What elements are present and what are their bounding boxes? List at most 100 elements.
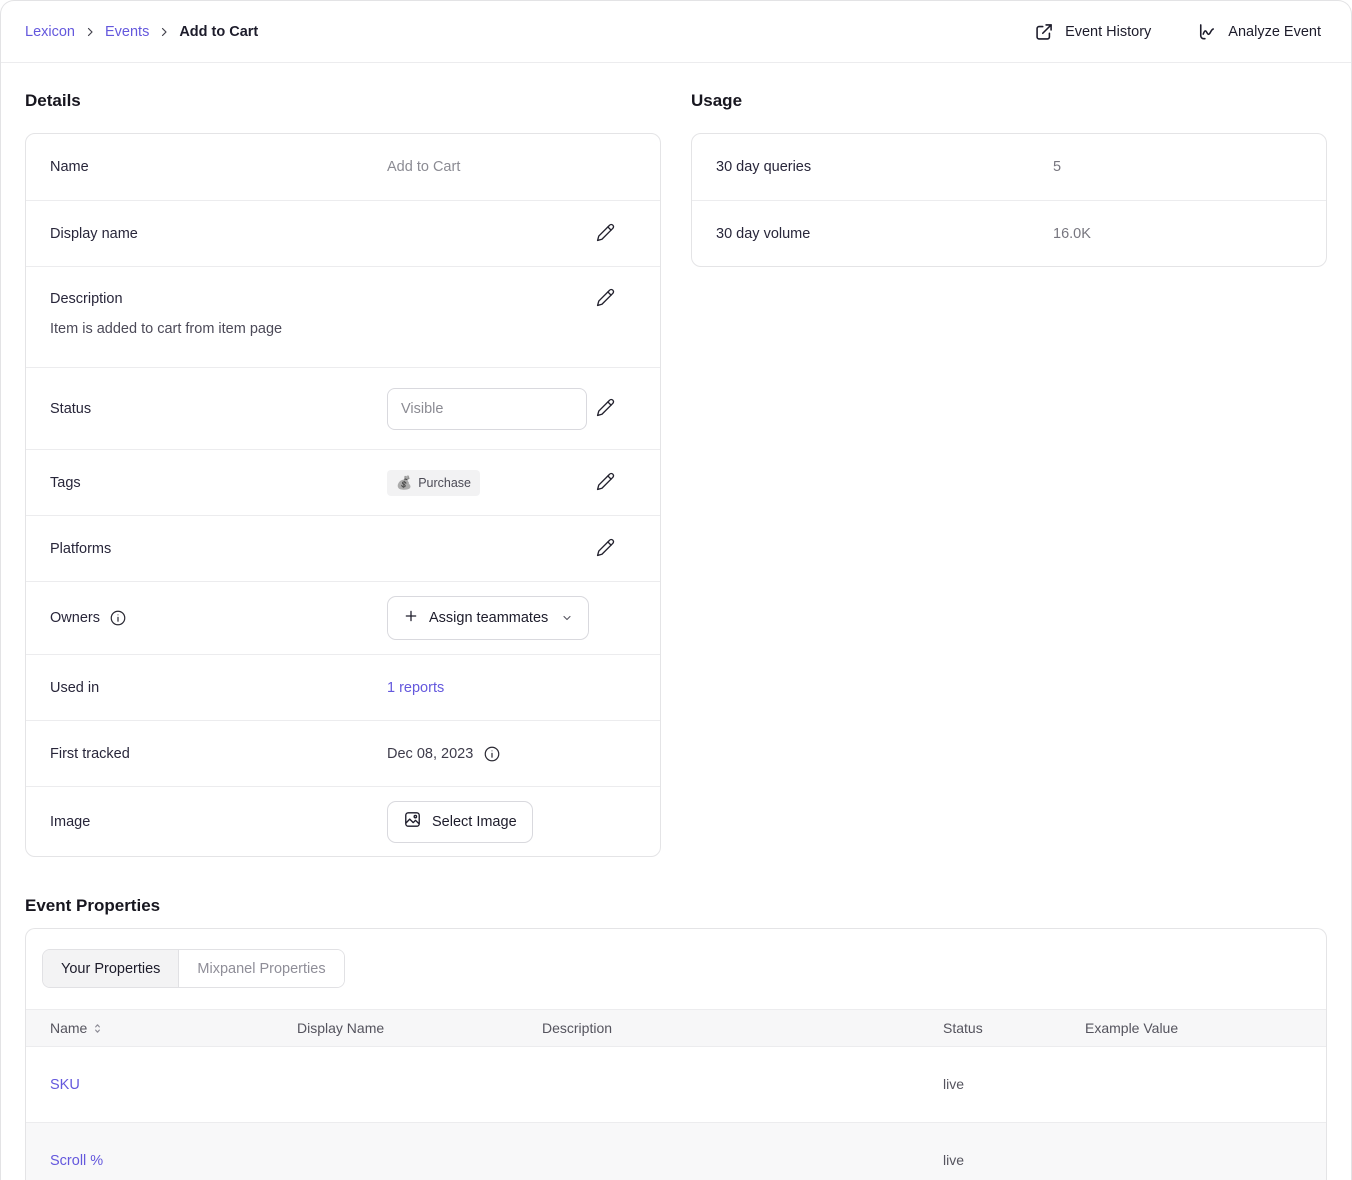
status-input[interactable] — [387, 388, 587, 430]
tab-your-properties[interactable]: Your Properties — [43, 950, 179, 987]
edit-display-name-button[interactable] — [596, 223, 615, 245]
details-card: Name Add to Cart Display name — [25, 133, 661, 857]
info-icon[interactable] — [483, 745, 501, 763]
property-status: live — [943, 1076, 964, 1092]
name-label: Name — [50, 159, 387, 175]
event-properties-card: Your Properties Mixpanel Properties Name — [25, 928, 1327, 1180]
analyze-event-label: Analyze Event — [1228, 24, 1321, 40]
usage-section: Usage 30 day queries 5 30 day volume 16.… — [691, 63, 1327, 267]
first-tracked-label: First tracked — [50, 746, 387, 762]
chevron-right-icon — [158, 26, 170, 38]
description-label: Description — [50, 291, 387, 307]
owners-label: Owners — [50, 610, 100, 626]
column-header-example-value: Example Value — [1085, 1010, 1326, 1047]
plus-icon — [403, 608, 419, 628]
event-properties-title: Event Properties — [25, 896, 1327, 916]
properties-table: Name Display Name Description Status Exa… — [26, 1009, 1326, 1180]
volume-label: 30 day volume — [716, 226, 1053, 242]
column-header-status: Status — [943, 1010, 1085, 1047]
description-value: Item is added to cart from item page — [50, 321, 615, 337]
used-in-reports-link[interactable]: 1 reports — [387, 680, 444, 696]
info-icon[interactable] — [109, 609, 127, 627]
pencil-icon — [596, 398, 615, 420]
property-link-scroll-percent[interactable]: Scroll % — [50, 1153, 103, 1169]
assign-teammates-label: Assign teammates — [429, 610, 548, 626]
display-name-label: Display name — [50, 226, 387, 242]
property-description — [542, 1047, 943, 1123]
chevron-right-icon — [84, 26, 96, 38]
platforms-label: Platforms — [50, 541, 387, 557]
used-in-label: Used in — [50, 680, 387, 696]
property-status: live — [943, 1152, 964, 1168]
select-image-button[interactable]: Select Image — [387, 801, 533, 843]
top-bar: Lexicon Events Add to Cart Event History — [1, 1, 1351, 63]
queries-value: 5 — [1053, 159, 1061, 175]
tag-badge-purchase[interactable]: 💰 Purchase — [387, 470, 480, 496]
detail-row-status: Status — [26, 367, 660, 449]
event-name-value: Add to Cart — [387, 159, 460, 175]
detail-row-platforms: Platforms — [26, 515, 660, 581]
pencil-icon — [596, 288, 615, 310]
page-content: Details Name Add to Cart Display name — [1, 63, 1351, 1180]
column-header-name[interactable]: Name — [26, 1010, 297, 1047]
volume-value: 16.0K — [1053, 226, 1091, 242]
event-history-button[interactable]: Event History — [1034, 22, 1151, 42]
breadcrumb-lexicon-link[interactable]: Lexicon — [25, 24, 75, 40]
table-row: SKU live — [26, 1047, 1326, 1123]
column-header-display-name: Display Name — [297, 1010, 542, 1047]
detail-row-name: Name Add to Cart — [26, 134, 660, 200]
usage-row-volume: 30 day volume 16.0K — [692, 200, 1326, 266]
property-link-sku[interactable]: SKU — [50, 1077, 80, 1093]
detail-row-image: Image Select Image — [26, 786, 660, 856]
status-label: Status — [50, 401, 387, 417]
select-image-label: Select Image — [432, 814, 517, 830]
breadcrumb-events-link[interactable]: Events — [105, 24, 149, 40]
column-header-description: Description — [542, 1010, 943, 1047]
queries-label: 30 day queries — [716, 159, 1053, 175]
table-header-row: Name Display Name Description Status Exa… — [26, 1010, 1326, 1047]
breadcrumb: Lexicon Events Add to Cart — [25, 24, 258, 40]
detail-row-display-name: Display name — [26, 200, 660, 266]
table-row: Scroll % live — [26, 1123, 1326, 1180]
property-display-name — [297, 1047, 542, 1123]
detail-row-owners: Owners Assign teammates — [26, 581, 660, 654]
pencil-icon — [596, 223, 615, 245]
edit-description-button[interactable] — [596, 288, 615, 310]
first-tracked-value: Dec 08, 2023 — [387, 746, 473, 762]
tags-label: Tags — [50, 475, 387, 491]
event-history-label: Event History — [1065, 24, 1151, 40]
edit-platforms-button[interactable] — [596, 538, 615, 560]
property-example-value — [1085, 1123, 1326, 1180]
usage-title: Usage — [691, 91, 1327, 111]
money-bag-icon: 💰 — [396, 475, 412, 491]
top-actions: Event History Analyze Event — [1034, 22, 1321, 42]
detail-row-first-tracked: First tracked Dec 08, 2023 — [26, 720, 660, 786]
sort-icon — [92, 1023, 103, 1034]
usage-row-queries: 30 day queries 5 — [692, 134, 1326, 200]
image-icon — [403, 810, 422, 833]
pencil-icon — [596, 472, 615, 494]
properties-tab-group: Your Properties Mixpanel Properties — [42, 949, 345, 988]
edit-tags-button[interactable] — [596, 472, 615, 494]
detail-row-description: Description Item is added to cart from i… — [26, 266, 660, 367]
detail-row-tags: Tags 💰 Purchase — [26, 449, 660, 515]
image-label: Image — [50, 814, 387, 830]
pencil-icon — [596, 538, 615, 560]
event-properties-section: Event Properties Your Properties Mixpane… — [25, 896, 1327, 1180]
property-display-name — [297, 1123, 542, 1180]
analyze-event-button[interactable]: Analyze Event — [1197, 22, 1321, 42]
property-description — [542, 1123, 943, 1180]
details-title: Details — [25, 91, 661, 111]
tab-mixpanel-properties[interactable]: Mixpanel Properties — [179, 950, 343, 987]
line-chart-icon — [1197, 22, 1217, 42]
assign-teammates-button[interactable]: Assign teammates — [387, 596, 589, 640]
details-section: Details Name Add to Cart Display name — [25, 63, 661, 857]
property-example-value — [1085, 1047, 1326, 1123]
detail-row-used-in: Used in 1 reports — [26, 654, 660, 720]
usage-card: 30 day queries 5 30 day volume 16.0K — [691, 133, 1327, 267]
external-link-icon — [1034, 22, 1054, 42]
chevron-down-icon — [561, 612, 573, 624]
edit-status-button[interactable] — [596, 398, 615, 420]
breadcrumb-current-event: Add to Cart — [179, 24, 258, 40]
lexicon-event-detail-page: Lexicon Events Add to Cart Event History — [0, 0, 1352, 1180]
